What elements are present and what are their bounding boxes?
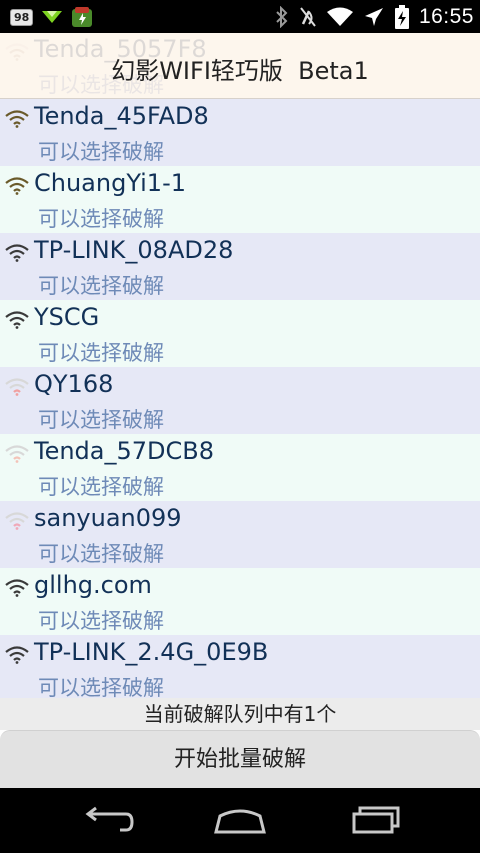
network-status: 可以选择破解 bbox=[38, 676, 164, 698]
network-status: 可以选择破解 bbox=[38, 341, 164, 365]
network-ssid: sanyuan099 bbox=[34, 504, 182, 532]
download-arrow-icon bbox=[42, 11, 63, 23]
app-title: 幻影WIFI轻巧版 Beta1 bbox=[111, 57, 369, 85]
app-screen: Tenda_5057F8可以选择破解Tenda_45FAD8可以选择破解Chua… bbox=[0, 33, 480, 788]
network-status: 可以选择破解 bbox=[38, 475, 164, 499]
network-ssid: Tenda_57DCB8 bbox=[34, 437, 215, 465]
wifi-signal-icon bbox=[5, 110, 29, 128]
battery-charging-icon bbox=[394, 4, 409, 29]
wifi-signal-icon bbox=[5, 177, 29, 195]
wifi-signal-icon bbox=[5, 646, 29, 664]
start-batch-crack-button[interactable]: 开始批量破解 bbox=[0, 730, 480, 788]
network-status: 可以选择破解 bbox=[38, 274, 164, 298]
network-list-item[interactable]: Tenda_45FAD8 可以选择破解 bbox=[0, 99, 480, 166]
wifi-signal-icon bbox=[5, 445, 29, 463]
bluetooth-icon bbox=[276, 5, 288, 28]
recent-apps-icon[interactable] bbox=[346, 802, 406, 838]
network-status: 可以选择破解 bbox=[38, 542, 164, 566]
network-list-item[interactable]: TP-LINK_08AD28 可以选择破解 bbox=[0, 233, 480, 300]
notification-count-badge: 98 bbox=[10, 8, 34, 26]
network-status: 可以选择破解 bbox=[38, 140, 164, 164]
network-ssid: TP-LINK_08AD28 bbox=[34, 236, 234, 264]
network-list-item[interactable]: Tenda_57DCB8 可以选择破解 bbox=[0, 434, 480, 501]
network-ssid: ChuangYi1-1 bbox=[34, 169, 187, 197]
wifi-signal-icon bbox=[5, 512, 29, 530]
wifi-signal-icon bbox=[5, 311, 29, 329]
network-list-item[interactable]: gllhg.com 可以选择破解 bbox=[0, 568, 480, 635]
network-status: 可以选择破解 bbox=[38, 408, 164, 432]
network-ssid: QY168 bbox=[34, 370, 114, 398]
wifi-icon bbox=[326, 7, 353, 26]
clock: 16:55 bbox=[418, 4, 474, 28]
network-list-item[interactable]: sanyuan099 可以选择破解 bbox=[0, 501, 480, 568]
network-ssid: gllhg.com bbox=[34, 571, 152, 599]
network-list[interactable]: Tenda_5057F8可以选择破解Tenda_45FAD8可以选择破解Chua… bbox=[0, 33, 480, 698]
queue-status: 当前破解队列中有1个 bbox=[0, 698, 480, 730]
airplane-icon bbox=[364, 7, 383, 26]
back-icon[interactable] bbox=[76, 802, 136, 838]
wifi-signal-icon bbox=[5, 244, 29, 262]
status-bar: 98 16:55 bbox=[0, 0, 480, 33]
title-bar: 幻影WIFI轻巧版 Beta1 bbox=[0, 33, 480, 99]
network-ssid: TP-LINK_2.4G_0E9B bbox=[34, 638, 269, 666]
wifi-signal-icon bbox=[5, 378, 29, 396]
network-ssid: YSCG bbox=[34, 303, 100, 331]
shield-app-icon bbox=[72, 7, 93, 27]
network-ssid: Tenda_45FAD8 bbox=[34, 102, 209, 130]
network-status: 可以选择破解 bbox=[38, 207, 164, 231]
home-icon[interactable] bbox=[210, 802, 270, 838]
navigation-bar bbox=[0, 788, 480, 853]
mute-icon bbox=[300, 6, 316, 27]
network-list-item[interactable]: ChuangYi1-1 可以选择破解 bbox=[0, 166, 480, 233]
network-list-item[interactable]: QY168 可以选择破解 bbox=[0, 367, 480, 434]
network-status: 可以选择破解 bbox=[38, 609, 164, 633]
network-list-item[interactable]: TP-LINK_2.4G_0E9B 可以选择破解 bbox=[0, 635, 480, 698]
wifi-signal-icon bbox=[5, 579, 29, 597]
network-list-item[interactable]: YSCG 可以选择破解 bbox=[0, 300, 480, 367]
